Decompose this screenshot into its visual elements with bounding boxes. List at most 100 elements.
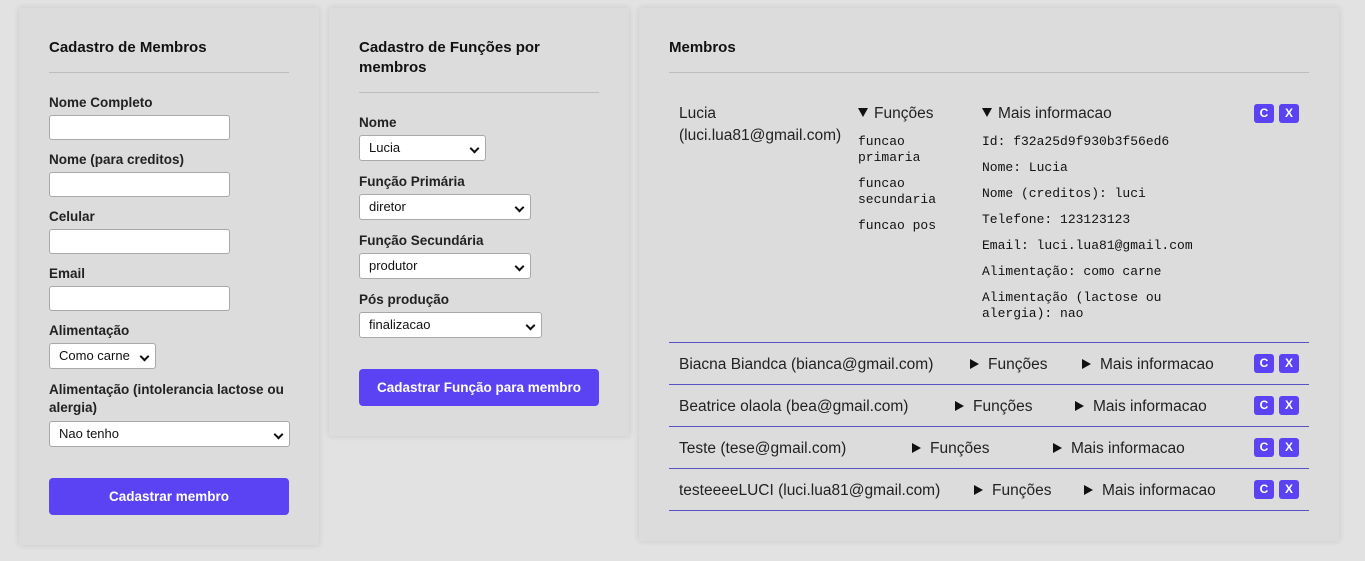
caret-right-icon (970, 359, 979, 369)
email-label: Email (49, 266, 86, 281)
credit-name-label: Nome (para creditos) (49, 152, 185, 167)
row-divider (669, 342, 1309, 343)
delete-member-button[interactable]: X (1279, 438, 1299, 457)
more-info-toggle-label: Mais informacao (1102, 482, 1216, 499)
member-email: (luci.lua81@gmail.com) (679, 127, 842, 144)
phone-label: Celular (49, 209, 95, 224)
secondary-role-select-value: produtor (369, 258, 418, 273)
credit-name-input[interactable] (49, 172, 230, 197)
chevron-down-icon (273, 429, 284, 440)
members-form-divider (49, 72, 289, 73)
more-info-toggle[interactable]: Mais informacao (1084, 481, 1216, 501)
info-name: Nome: Lucia (982, 160, 1068, 175)
full-name-input[interactable] (49, 115, 230, 140)
chevron-down-icon (139, 351, 150, 362)
member-row-label: Biacna Biandca (bianca@gmail.com) (679, 356, 934, 373)
email-input[interactable] (49, 286, 230, 311)
row-divider (669, 510, 1309, 511)
caret-right-icon (1082, 359, 1091, 369)
member-name: Lucia (679, 105, 717, 122)
more-info-toggle[interactable]: Mais informacao (1075, 397, 1207, 417)
members-form-card: Cadastro de Membros Nome Completo Nome (… (19, 8, 319, 545)
post-production-select-value: finalizacao (369, 317, 431, 332)
roles-form-card: Cadastro de Funções por membros Nome Luc… (329, 8, 629, 436)
chevron-down-icon (525, 320, 536, 331)
members-list-divider (669, 72, 1309, 73)
functions-toggle-label: Funções (930, 440, 990, 457)
caret-right-icon (1075, 401, 1084, 411)
more-info-toggle[interactable]: Mais informacao (1082, 355, 1214, 375)
food-select[interactable]: Como carne (49, 343, 156, 369)
functions-toggle[interactable]: Funções (858, 104, 933, 124)
post-production-label: Pós produção (359, 292, 450, 307)
function-item: funcao pos (858, 218, 937, 233)
caret-down-icon (982, 108, 992, 117)
edit-member-button[interactable]: C (1254, 354, 1274, 373)
info-phone: Telefone: 123123123 (982, 212, 1131, 227)
role-name-select-value: Lucia (369, 140, 401, 155)
food-label: Alimentação (49, 323, 130, 338)
functions-toggle[interactable]: Funções (955, 397, 1032, 417)
more-info-toggle-label: Mais informacao (1100, 356, 1214, 373)
row-divider (669, 426, 1309, 427)
functions-toggle[interactable]: Funções (970, 355, 1047, 375)
role-name-label: Nome (359, 115, 397, 130)
member-row-label: Beatrice olaola (bea@gmail.com) (679, 398, 909, 415)
chevron-down-icon (469, 143, 480, 154)
caret-right-icon (912, 443, 921, 453)
members-form-title: Cadastro de Membros (49, 39, 207, 56)
full-name-label: Nome Completo (49, 95, 153, 110)
delete-member-button[interactable]: X (1279, 354, 1299, 373)
info-email: Email: luci.lua81@gmail.com (982, 238, 1193, 253)
functions-toggle[interactable]: Funções (974, 481, 1051, 501)
intolerance-select[interactable]: Nao tenho (49, 421, 290, 447)
phone-input[interactable] (49, 229, 230, 254)
secondary-role-select[interactable]: produtor (359, 253, 531, 279)
info-credit-name: Nome (creditos): luci (982, 186, 1146, 201)
delete-member-button[interactable]: X (1279, 104, 1299, 123)
register-role-button[interactable]: Cadastrar Função para membro (359, 369, 599, 406)
function-item: funcao primaria (858, 134, 921, 165)
row-divider (669, 384, 1309, 385)
register-member-button[interactable]: Cadastrar membro (49, 478, 289, 515)
functions-toggle-label: Funções (973, 398, 1033, 415)
caret-right-icon (1084, 485, 1093, 495)
edit-member-button[interactable]: C (1254, 438, 1274, 457)
members-list-title: Membros (669, 39, 736, 56)
row-divider (669, 468, 1309, 469)
chevron-down-icon (514, 261, 525, 272)
more-info-toggle-label: Mais informacao (998, 105, 1112, 122)
edit-member-button[interactable]: C (1254, 480, 1274, 499)
caret-right-icon (955, 401, 964, 411)
secondary-role-label: Função Secundária (359, 233, 484, 248)
function-item: funcao secundaria (858, 176, 937, 207)
functions-toggle-label: Funções (992, 482, 1052, 499)
roles-form-title: Cadastro de Funções por membros (359, 39, 540, 76)
caret-right-icon (974, 485, 983, 495)
functions-toggle-label: Funções (988, 356, 1048, 373)
member-row-label: Teste (tese@gmail.com) (679, 440, 847, 457)
food-select-value: Como carne (59, 348, 130, 363)
primary-role-select-value: diretor (369, 199, 406, 214)
member-row-label: testeeeeLUCI (luci.lua81@gmail.com) (679, 482, 941, 499)
info-intolerance: Alimentação (lactose ou alergia): nao (982, 290, 1162, 321)
caret-right-icon (1053, 443, 1062, 453)
functions-toggle[interactable]: Funções (912, 439, 989, 459)
info-id: Id: f32a25d9f930b3f56ed6 (982, 134, 1170, 149)
more-info-toggle-label: Mais informacao (1071, 440, 1185, 457)
intolerance-select-value: Nao tenho (59, 426, 119, 441)
delete-member-button[interactable]: X (1279, 396, 1299, 415)
more-info-toggle-label: Mais informacao (1093, 398, 1207, 415)
functions-toggle-label: Funções (874, 105, 934, 122)
roles-form-divider (359, 92, 599, 93)
primary-role-select[interactable]: diretor (359, 194, 531, 220)
edit-member-button[interactable]: C (1254, 104, 1274, 123)
delete-member-button[interactable]: X (1279, 480, 1299, 499)
caret-down-icon (858, 108, 868, 117)
post-production-select[interactable]: finalizacao (359, 312, 542, 338)
more-info-toggle[interactable]: Mais informacao (1053, 439, 1185, 459)
role-name-select[interactable]: Lucia (359, 135, 486, 161)
more-info-toggle[interactable]: Mais informacao (982, 104, 1112, 124)
info-food: Alimentação: como carne (982, 264, 1162, 279)
edit-member-button[interactable]: C (1254, 396, 1274, 415)
